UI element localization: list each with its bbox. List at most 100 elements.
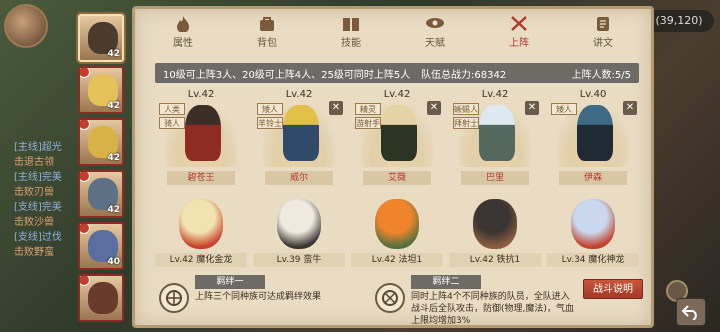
crossed-swords-icon [508, 14, 530, 32]
hero-figure [283, 105, 319, 161]
hero-name: 艾薇 [363, 171, 431, 185]
hero-card[interactable]: Lv.42 人类 骑人 碧苍王 [155, 87, 247, 185]
hero-figure [577, 105, 613, 161]
tab-bag[interactable]: 背包 [229, 9, 305, 53]
hero-figure [381, 105, 417, 161]
tab-flame[interactable]: 属性 [145, 9, 221, 53]
battle-info-button[interactable]: 战斗说明 [583, 279, 643, 299]
remove-hero-close-icon[interactable]: ✕ [329, 101, 343, 115]
roster-hero-slot[interactable] [78, 274, 124, 322]
tab-book[interactable]: 技能 [313, 9, 389, 53]
return-button[interactable] [676, 298, 706, 326]
book-icon [340, 14, 362, 32]
flame-icon [172, 14, 194, 32]
beast-label: Lv.42 魔化金龙 [155, 253, 247, 267]
hero-figure [479, 105, 515, 161]
bond-one-title: 羁绊一 [195, 275, 265, 289]
beast-figure [473, 199, 517, 249]
beast-figure [179, 199, 223, 249]
hero-level: Lv.42 [187, 89, 215, 100]
hero-card[interactable]: Lv.40 矮人 ✕ 伊森 [547, 87, 639, 185]
hero-level: 42 [107, 49, 120, 59]
return-arrow-icon [682, 305, 697, 320]
hero-name: 巴里 [461, 171, 529, 185]
tab-label: 讲文 [593, 37, 613, 49]
hero-tag: 矮人 [257, 103, 283, 115]
beast-card[interactable]: Lv.42 法坦1 [351, 191, 443, 271]
tab-scroll[interactable]: 讲文 [565, 9, 641, 53]
hero-tag: 精灵 [355, 103, 381, 115]
beast-row: Lv.42 魔化金龙 Lv.39 蛮牛 Lv.42 法坦1 Lv.42 铁抗1 Lv.3… [155, 191, 639, 271]
hero-card[interactable]: Lv.42 矮人羊铃士 ✕ 威尔 [253, 87, 345, 185]
roster-hero-slot[interactable]: 40 [78, 222, 124, 270]
hero-card[interactable]: Lv.42 蜥蜴人拜射士 ✕ 巴里 [449, 87, 541, 185]
chat-line: 击败刃兽 [14, 187, 54, 198]
bond-two-title: 羁绊二 [411, 275, 481, 289]
roster-hero-slot[interactable]: 42 [78, 118, 124, 166]
beast-figure [277, 199, 321, 249]
tab-eye[interactable]: 天赋 [397, 9, 473, 53]
notification-badge [80, 276, 90, 286]
hero-tag: 矮人 [551, 103, 577, 115]
hero-level: Lv.42 [481, 89, 509, 100]
bond-one-text: 上阵三个同种族可达成羁绊效果 [195, 292, 322, 302]
roster-hero-slot[interactable]: 42 [78, 170, 124, 218]
tab-label: 上阵 [509, 37, 529, 49]
hero-figure [185, 105, 221, 161]
hero-level: 42 [107, 205, 120, 215]
hero-roster: 42 42 42 42 40 [68, 14, 128, 326]
beast-card[interactable]: Lv.39 蛮牛 [253, 191, 345, 271]
hero-card[interactable]: Lv.42 精灵游射手 ✕ 艾薇 [351, 87, 443, 185]
hero-tag: 羊铃士 [257, 117, 283, 129]
hero-tag: 蜥蜴人 [453, 103, 479, 115]
hero-portrait [88, 282, 118, 314]
remove-hero-close-icon[interactable]: ✕ [427, 101, 441, 115]
bag-icon [256, 14, 278, 32]
info-bar: 10级可上阵3人、20级可上阵4人、25级可同时上阵5人 队伍总战力:68342… [155, 63, 639, 83]
hero-level: Lv.42 [285, 89, 313, 100]
chat-line: 击退古领 [14, 157, 54, 168]
bond-medal-icon [375, 283, 405, 313]
tab-label: 属性 [173, 37, 193, 49]
hero-level: 42 [107, 101, 120, 111]
beast-label: Lv.42 法坦1 [351, 253, 443, 267]
beast-card[interactable]: Lv.42 魔化金龙 [155, 191, 247, 271]
hero-tag: 游射手 [355, 117, 381, 129]
hero-name: 碧苍王 [167, 171, 235, 185]
eye-icon [424, 14, 446, 32]
notification-badge [80, 224, 90, 234]
hero-name: 伊森 [559, 171, 627, 185]
chat-log: [主线]超光 击退古领 [主线]完美 击败刃兽 [支线]完美 击败沙兽 [支线]过伐 击败野蛮 [0, 140, 70, 290]
beast-label: Lv.39 蛮牛 [253, 253, 345, 267]
bond-two-line: 上限均增加3% [411, 316, 471, 326]
team-power: 队伍总战力:68342 [421, 69, 507, 81]
player-avatar[interactable] [4, 4, 48, 48]
beast-figure [375, 199, 419, 249]
panel-tabs: 属性 背包 技能 天赋 上阵 讲文 [135, 9, 651, 53]
hero-name: 威尔 [265, 171, 333, 185]
hero-tag: 骑人 [159, 117, 185, 129]
map-coordinates: (39,120) [644, 10, 714, 32]
remove-hero-close-icon[interactable]: ✕ [623, 101, 637, 115]
tab-label: 天赋 [425, 37, 445, 49]
hero-level: Lv.42 [383, 89, 411, 100]
chat-line: [支线]完美 [14, 202, 62, 213]
notification-badge [80, 120, 90, 130]
deploy-rule-text: 10级可上阵3人、20级可上阵4人、25级可同时上阵5人 [163, 69, 411, 81]
bond-two-text: 同时上阵4个不同种族的队员，全队进入 战斗后全队攻击，防御(物理,魔法)，气血 上限… [411, 291, 574, 327]
tab-crossed-swords[interactable]: 上阵 [481, 9, 557, 53]
beast-card[interactable]: Lv.34 魔化神龙 [547, 191, 639, 271]
hero-cards: Lv.42 人类 骑人 碧苍王 Lv.42 矮人 羊铃士 ✕ 威尔 Lv.42 精灵 游射手 ✕ 艾薇 Lv… [155, 87, 639, 185]
roster-hero-slot[interactable]: 42 [78, 66, 124, 114]
chat-line: [主线]超光 [14, 142, 62, 153]
remove-hero-close-icon[interactable]: ✕ [525, 101, 539, 115]
notification-badge [80, 172, 90, 182]
deploy-count: 上阵人数:5/5 [571, 69, 631, 81]
beast-card[interactable]: Lv.42 铁抗1 [449, 191, 541, 271]
hero-tag: 拜射士 [453, 117, 479, 129]
hero-level: 42 [107, 153, 120, 163]
bond-two-line: 同时上阵4个不同种族的队员，全队进入 [411, 292, 570, 302]
chat-line: [主线]完美 [14, 172, 62, 183]
roster-hero-slot[interactable]: 42 [78, 14, 124, 62]
bond-two-line: 战斗后全队攻击，防御(物理,魔法)，气血 [411, 304, 574, 314]
